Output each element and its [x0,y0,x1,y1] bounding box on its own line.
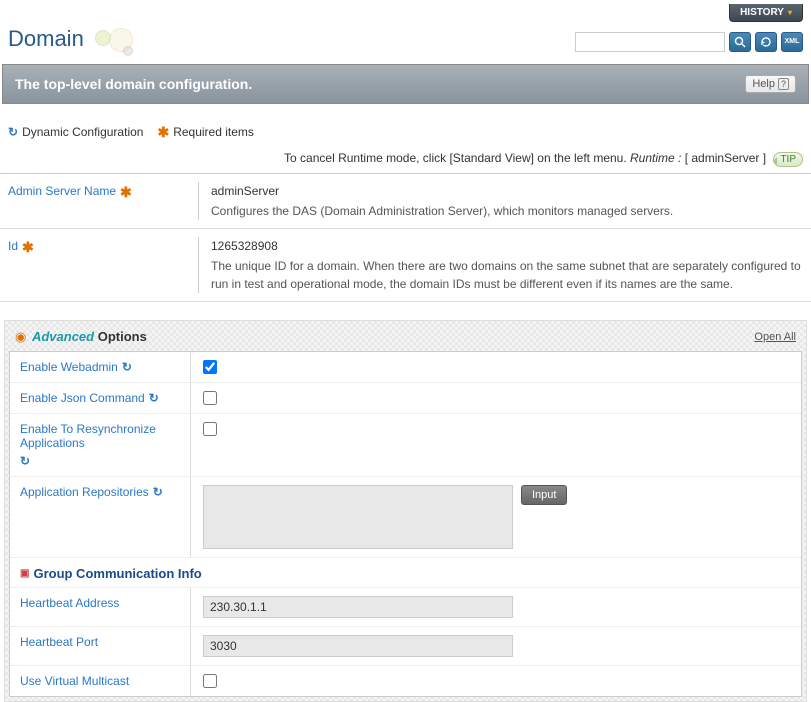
group-comm-label: Group Communication Info [33,566,201,581]
admin-server-label: Admin Server Name [8,184,116,198]
field-admin-server: Admin Server Name ✱ adminServer Configur… [0,174,811,229]
runtime-server: [ adminServer ] [685,151,766,165]
enable-resync-checkbox[interactable] [203,422,217,436]
legend-dynamic: Dynamic Configuration [22,125,143,139]
id-value: 1265328908 [211,237,803,255]
admin-server-desc: Configures the DAS (Domain Administratio… [211,202,803,220]
row-enable-resync: Enable To Resynchronize Applications ↻ [10,414,801,477]
advanced-word: Advanced [32,329,94,344]
group-icon: ▣ [20,568,29,579]
runtime-label: Runtime : [630,151,681,165]
sync-icon: ↻ [122,360,132,374]
history-button[interactable]: HISTORY ▾ [729,4,803,22]
group-comm-header: ▣ Group Communication Info [10,558,801,588]
row-use-virtual: Use Virtual Multicast [10,666,801,696]
row-app-repos: Application Repositories ↻ Input [10,477,801,558]
use-virtual-label: Use Virtual Multicast [20,674,129,688]
advanced-section: ◉ Advanced Options Open All Enable Webad… [4,320,807,702]
help-button[interactable]: Help ? [745,75,796,93]
runtime-msg: To cancel Runtime mode, click [Standard … [284,151,630,165]
enable-webadmin-checkbox[interactable] [203,360,217,374]
admin-server-value: adminServer [211,182,803,200]
decorative-dots [95,28,135,58]
search-button[interactable] [729,32,751,52]
heartbeat-addr-label: Heartbeat Address [20,596,119,610]
legend-required: Required items [173,125,254,139]
enable-json-checkbox[interactable] [203,391,217,405]
enable-resync-label: Enable To Resynchronize Applications [20,422,190,450]
row-heartbeat-port: Heartbeat Port [10,627,801,666]
row-heartbeat-addr: Heartbeat Address [10,588,801,627]
history-label: HISTORY [740,7,784,18]
required-icon: ✱ [22,239,34,256]
required-icon: ✱ [157,124,169,141]
open-all-link[interactable]: Open All [754,331,796,343]
enable-json-label: Enable Json Command [20,391,145,405]
heartbeat-port-input[interactable] [203,635,513,657]
expand-icon[interactable]: ◉ [15,329,26,344]
use-virtual-checkbox[interactable] [203,674,217,688]
tip-button[interactable]: TIP [773,152,803,167]
chevron-down-icon: ▾ [788,8,792,17]
search-icon [734,36,746,48]
sync-icon: ↻ [149,391,159,405]
advanced-title: ◉ Advanced Options [15,329,147,345]
help-label: Help [752,78,775,90]
legend: ↻ Dynamic Configuration ✱ Required items [0,104,811,147]
heartbeat-port-label: Heartbeat Port [20,635,98,649]
input-button[interactable]: Input [521,485,567,505]
xml-icon: XML [785,38,800,45]
sync-icon: ↻ [20,454,30,468]
refresh-icon [760,36,772,48]
row-enable-json: Enable Json Command ↻ [10,383,801,414]
runtime-info: To cancel Runtime mode, click [Standard … [0,147,811,174]
help-icon: ? [778,78,789,90]
enable-webadmin-label: Enable Webadmin [20,360,118,374]
heartbeat-addr-input[interactable] [203,596,513,618]
refresh-button[interactable] [755,32,777,52]
app-repos-textarea[interactable] [203,485,513,549]
id-label: Id [8,239,18,253]
options-word: Options [98,329,147,344]
field-id: Id ✱ 1265328908 The unique ID for a doma… [0,229,811,302]
xml-button[interactable]: XML [781,32,803,52]
sync-icon: ↻ [8,125,18,139]
sync-icon: ↻ [153,485,163,499]
row-enable-webadmin: Enable Webadmin ↻ [10,352,801,383]
page-title: Domain [8,26,84,51]
banner: The top-level domain configuration. Help… [2,64,809,104]
id-desc: The unique ID for a domain. When there a… [211,257,803,293]
required-icon: ✱ [120,184,132,201]
search-input[interactable] [575,32,725,52]
app-repos-label: Application Repositories [20,485,149,499]
banner-text: The top-level domain configuration. [15,76,252,92]
